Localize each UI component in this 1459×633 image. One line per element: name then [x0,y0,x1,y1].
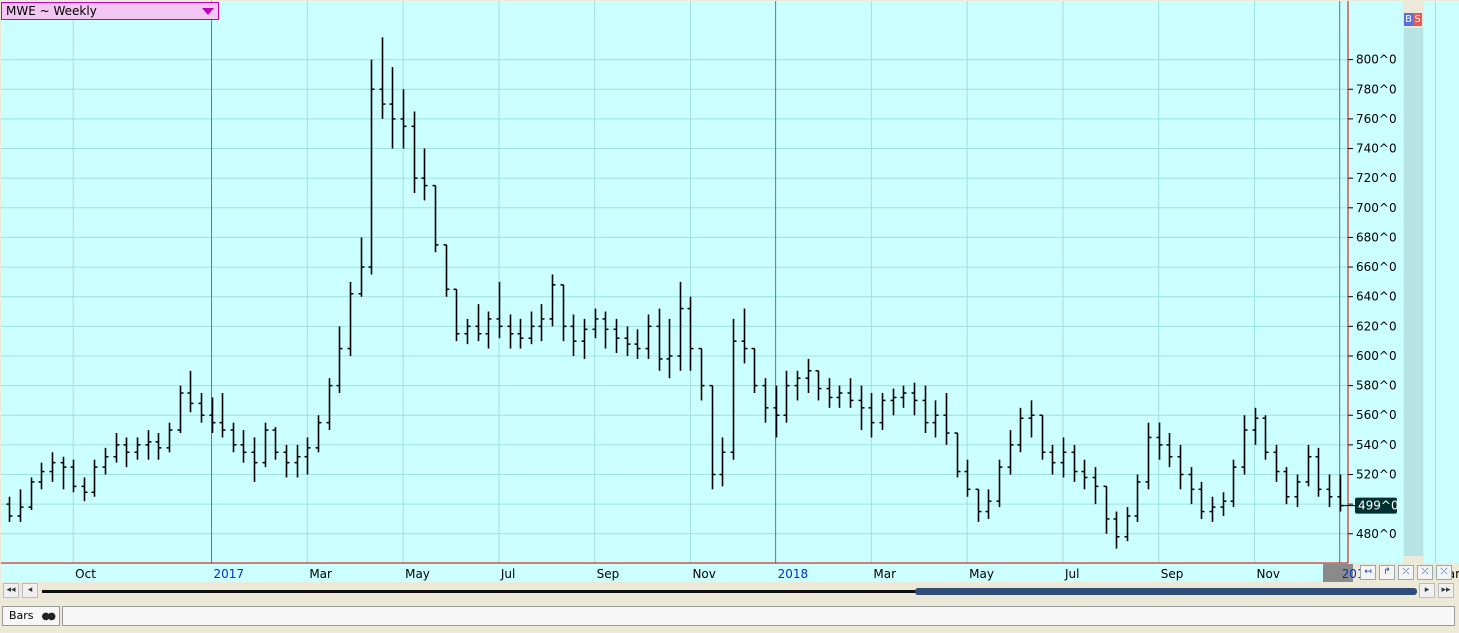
y-tick-label: 600^0 [1356,349,1397,363]
y-tick-label: 580^0 [1356,379,1397,393]
x-tick-label: Mar [309,567,332,581]
zoom-in-icon[interactable]: ⤫ [1417,565,1433,580]
y-tick-label: 680^0 [1356,230,1397,244]
chart-canvas[interactable]: 480^0500^0520^0540^0560^0580^0600^0620^0… [0,0,1459,629]
y-tick-label: 760^0 [1356,112,1397,126]
scale-strip [1404,28,1423,556]
symbol-selector[interactable]: MWE ~ Weekly [1,2,219,20]
chart-type-label: Bars [9,609,34,622]
x-tick-label: Sep [597,567,620,581]
y-tick-label: 640^0 [1356,290,1397,304]
plot-background [1,1,1348,563]
y-tick-label: 560^0 [1356,408,1397,422]
status-area [62,606,1455,626]
x-tick-label: May [969,567,994,581]
scroll-last-icon[interactable]: ▸▸ [1438,583,1454,598]
y-tick-label: 620^0 [1356,319,1397,333]
buy-button[interactable]: B [1404,13,1413,26]
x-tick-label: Jul [1064,567,1079,581]
x-tick-label: 2018 [778,567,809,581]
symbol-label: MWE ~ Weekly [6,4,97,18]
fit-icon[interactable]: ⤫ [1436,565,1452,580]
price-chart[interactable]: 480^0500^0520^0540^0560^0580^0600^0620^0… [0,0,1459,629]
sell-button[interactable]: S [1413,13,1422,26]
jump-start-icon[interactable]: ↤ [1360,565,1376,580]
x-tick-label: Mar [873,567,896,581]
x-tick-label: 2017 [214,567,245,581]
binoculars-icon[interactable]: ●● [42,612,57,622]
chevron-down-icon[interactable] [202,8,214,15]
x-tick-label: Nov [692,567,715,581]
x-tick-label: May [405,567,430,581]
x-tick-label: Nov [1257,567,1280,581]
time-axis-background [1,564,1348,582]
scroll-left-icon[interactable]: ◂ [22,583,38,598]
y-tick-label: 480^0 [1356,527,1397,541]
scroll-right-icon[interactable]: ▸ [1419,583,1435,598]
chart-type-bar: Bars ●● [0,603,1459,629]
zoom-out-icon[interactable]: ⤫ [1398,565,1414,580]
y-tick-label: 700^0 [1356,201,1397,215]
x-tick-label: Oct [75,567,96,581]
y-tick-label: 520^0 [1356,468,1397,482]
y-tick-label: 660^0 [1356,260,1397,274]
jump-end-icon[interactable]: ↱ [1379,565,1395,580]
scroll-first-icon[interactable]: ◂◂ [3,583,19,598]
chart-type-tab[interactable]: Bars ●● [2,606,60,626]
right-margin [1424,1,1459,563]
x-tick-label: Jul [500,567,515,581]
price-tag-value: 499^0 [1358,499,1399,513]
y-tick-label: 800^0 [1356,53,1397,67]
y-tick-label: 720^0 [1356,171,1397,185]
x-tick-label: Sep [1161,567,1184,581]
scroll-thumb[interactable] [915,588,1417,595]
horizontal-scrollbar[interactable]: ◂◂ ◂ ▸ ▸▸ [0,582,1459,600]
price-axis-labels: 480^0500^0520^0540^0560^0580^0600^0620^0… [1348,53,1397,541]
y-tick-label: 780^0 [1356,82,1397,96]
y-tick-label: 540^0 [1356,438,1397,452]
y-tick-label: 740^0 [1356,142,1397,156]
